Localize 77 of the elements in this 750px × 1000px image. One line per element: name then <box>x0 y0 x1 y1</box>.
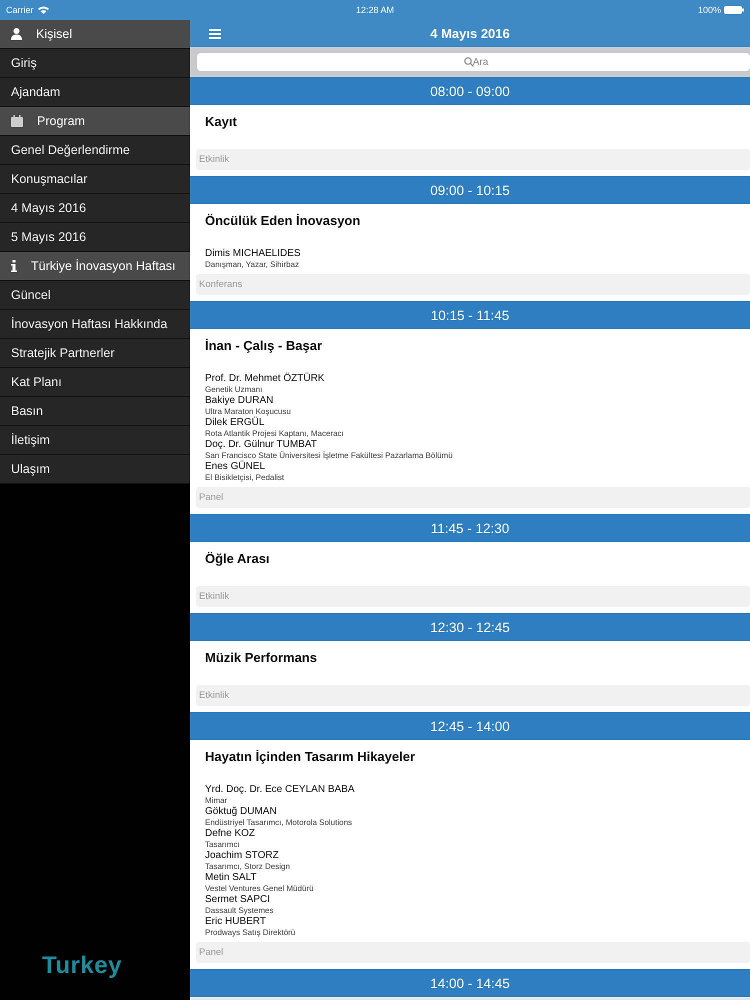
search-field[interactable]: Ara <box>197 53 750 71</box>
carrier-label: Carrier <box>6 5 34 15</box>
speaker-name: Metin SALT <box>205 872 256 884</box>
speaker-name: Enes GÜNEL <box>205 461 266 473</box>
session-title: Hayatın İçinden Tasarım Hikayeler <box>205 749 416 764</box>
speaker-name: Doç. Dr. Gülnur TUMBAT <box>205 439 317 451</box>
sidebar-section-header[interactable]: Kişisel <box>0 20 190 49</box>
speaker-role: Tasarımcı <box>205 840 240 850</box>
sidebar-item[interactable]: İletişim <box>0 426 190 455</box>
speaker-role: Endüstriyel Tasarımcı, Motorola Solutions <box>205 818 352 828</box>
section-label: Program <box>37 114 85 128</box>
sidebar-item[interactable]: Genel Değerlendirme <box>0 136 190 165</box>
speaker-name: Dilek ERGÜL <box>205 417 264 429</box>
time-slot: 10:15 - 11:45 <box>430 308 510 322</box>
session-type-tag: Etkinlik <box>196 149 750 170</box>
sidebar-item[interactable]: İnovasyon Haftası Hakkında <box>0 310 190 339</box>
sidebar-item[interactable]: Güncel <box>0 281 190 310</box>
time-slot: 12:30 - 12:45 <box>430 620 510 634</box>
time-slot: 12:45 - 14:00 <box>430 718 510 734</box>
sidebar-item[interactable]: Giriş <box>0 49 190 78</box>
menu-icon <box>209 28 221 38</box>
speaker-name: Sermet SAPCI <box>205 894 270 906</box>
speaker-role: Prodways Satış Direktörü <box>205 928 296 938</box>
session-title: Kayıt <box>205 114 237 129</box>
sidebar-item[interactable]: Kat Planı <box>0 368 190 397</box>
battery-icon <box>724 6 744 14</box>
speaker-role: Danışman, Yazar, Sihirbaz <box>205 260 299 270</box>
sidebar-item[interactable]: Ajandam <box>0 78 190 107</box>
speaker-role: El Bisikletçisi, Pedalist <box>205 473 284 483</box>
session-type-tag: Panel <box>196 942 750 963</box>
speaker-name: Prof. Dr. Mehmet ÖZTÜRK <box>205 373 324 385</box>
sidebar-item[interactable]: Stratejik Partnerler <box>0 339 190 368</box>
time-slot: 08:00 - 09:00 <box>430 84 510 98</box>
speaker-role: Dassault Systemes <box>205 906 274 916</box>
speaker-name: Yrd. Doç. Dr. Ece CEYLAN BABA <box>205 784 354 796</box>
session-type-tag: Etkinlik <box>196 586 750 607</box>
session-title: İnan - Çalış - Başar <box>205 338 322 353</box>
speaker-name: Joachim STORZ <box>205 850 279 862</box>
nav-title: 4 Mayıs 2016 <box>430 26 510 41</box>
speaker-role: Mimar <box>205 796 228 806</box>
clock-time: 12:28 AM <box>356 5 394 15</box>
sidebar-section-header[interactable]: Türkiye İnovasyon Haftası <box>0 252 190 281</box>
session-type-tag: Konferans <box>196 274 750 295</box>
battery-percent: 100% <box>698 5 721 15</box>
speaker-role: Rota Atlantik Projesi Kaptanı, Maceracı <box>205 429 344 439</box>
calendar-icon <box>11 115 23 127</box>
speaker-role: Ultra Maraton Koşucusu <box>205 407 291 416</box>
sidebar-item[interactable]: Konuşmacılar <box>0 165 190 194</box>
section-label: Kişisel <box>36 27 72 41</box>
sidebar-section-header[interactable]: Program <box>0 107 190 136</box>
person-icon <box>11 28 22 40</box>
session-title: Öğle Arası <box>205 551 270 566</box>
logo-text: Turkey <box>42 952 123 980</box>
sidebar-item[interactable]: Basın <box>0 397 190 426</box>
session-type-tag: Panel <box>196 487 750 508</box>
time-slot: 14:00 - 14:45 <box>430 976 510 990</box>
sidebar-item[interactable]: 4 Mayıs 2016 <box>0 194 190 223</box>
speaker-name: Defne KOZ <box>205 828 256 840</box>
time-slot: 11:45 - 12:30 <box>430 520 510 536</box>
speaker-role: San Francisco State Üniversitesi İşletme Fakültesi Pazarlama Bölümü <box>205 451 453 460</box>
speaker-role: Vestel Ventures Genel Müdürü <box>205 884 314 894</box>
session-title: Müzik Performans <box>205 650 317 665</box>
sidebar-item[interactable]: 5 Mayıs 2016 <box>0 223 190 252</box>
speaker-role: Tasarımcı, Storz Design <box>205 862 290 872</box>
session-type-tag: Etkinlik <box>196 685 750 706</box>
speaker-name: Eric HUBERT <box>205 916 266 928</box>
speaker-name: Göktuğ DUMAN <box>205 806 277 818</box>
sidebar-item[interactable]: Ulaşım <box>0 455 190 484</box>
time-slot: 09:00 - 10:15 <box>430 182 510 198</box>
menu-button[interactable] <box>209 28 221 38</box>
wifi-icon <box>38 6 49 14</box>
info-icon <box>11 260 17 272</box>
speaker-name: Dimis MICHAELIDES <box>205 248 301 260</box>
speaker-role: Genetik Uzmanı <box>205 385 262 395</box>
section-label: Türkiye İnovasyon Haftası <box>31 259 176 273</box>
session-title: Öncülük Eden İnovasyon <box>205 213 360 228</box>
speaker-name: Bakiye DURAN <box>205 395 274 407</box>
